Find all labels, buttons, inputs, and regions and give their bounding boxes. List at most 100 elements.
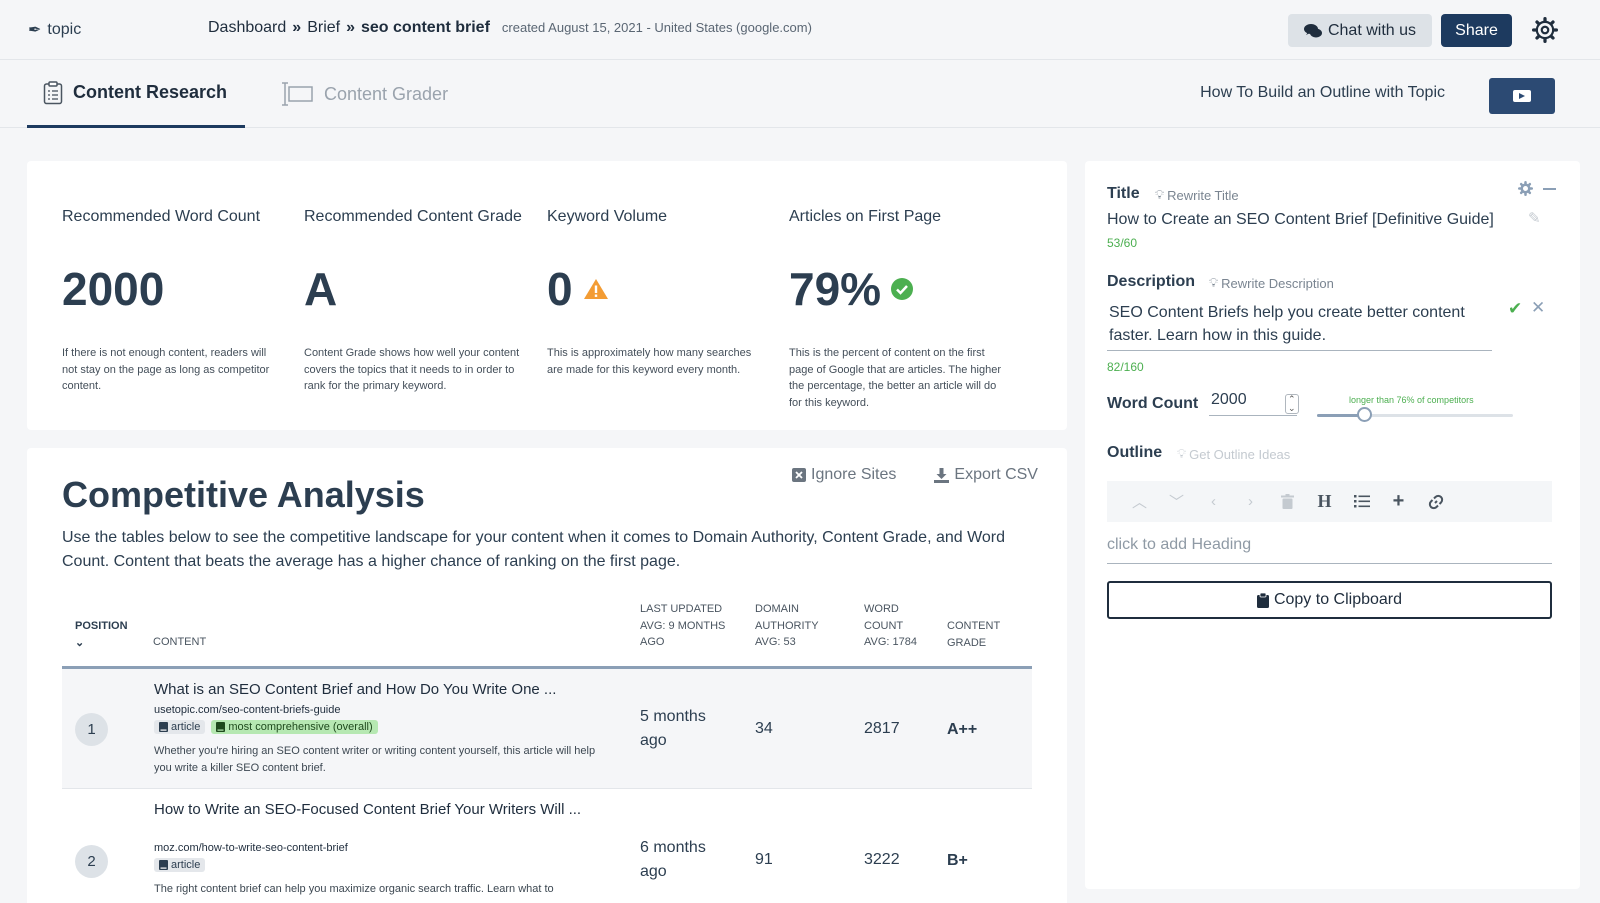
cell-line: ago bbox=[640, 863, 667, 880]
stat-description: If there is not enough content, readers … bbox=[62, 347, 270, 392]
competitive-description: Use the tables below to see the competit… bbox=[62, 529, 1006, 570]
ignore-sites-label: Ignore Sites bbox=[811, 466, 897, 483]
header-line: AVG: 53 bbox=[755, 636, 796, 648]
tag-most-comprehensive: most comprehensive (overall) bbox=[211, 720, 378, 734]
rewrite-title-button[interactable]: 💡︎ Rewrite Title bbox=[1155, 187, 1239, 203]
header-line: AVG: 9 MONTHS bbox=[640, 619, 726, 632]
confirm-check-icon[interactable]: ✔ bbox=[1508, 299, 1522, 319]
cell-line: 6 months bbox=[640, 839, 706, 856]
link-glyph bbox=[1428, 494, 1443, 509]
plus-icon[interactable]: + bbox=[1380, 490, 1417, 513]
header-line: AUTHORITY bbox=[755, 619, 819, 632]
header-line: AGO bbox=[640, 636, 665, 648]
result-url[interactable]: usetopic.com/seo-content-briefs-guide bbox=[154, 704, 340, 716]
trash-icon[interactable] bbox=[1269, 494, 1306, 509]
tag-label: article bbox=[171, 859, 201, 871]
tab-content-research[interactable]: Content Research bbox=[27, 60, 245, 128]
header-line: CONTENT bbox=[947, 620, 1001, 632]
stat-value-text: 79% bbox=[789, 263, 882, 315]
cancel-x-icon[interactable]: ✕ bbox=[1531, 298, 1545, 318]
copy-to-clipboard-button[interactable]: Copy to Clipboard bbox=[1107, 581, 1552, 619]
tab-content-grader-label: Content Grader bbox=[324, 83, 449, 104]
stat-description: This is the percent of content on the fi… bbox=[789, 347, 1001, 409]
word-count-input[interactable]: 2000 bbox=[1209, 391, 1297, 416]
stat-label: Keyword Volume bbox=[547, 208, 668, 225]
minimize-icon[interactable] bbox=[1543, 188, 1556, 190]
pencil-icon[interactable]: ✎ bbox=[1528, 209, 1541, 227]
chevron-up-icon[interactable]: ︿ bbox=[1121, 491, 1158, 512]
trash-glyph bbox=[1281, 494, 1294, 509]
get-outline-ideas-label: Get Outline Ideas bbox=[1189, 446, 1291, 462]
chevron-down-icon[interactable]: ﹀ bbox=[1158, 491, 1195, 512]
header-line: WORD bbox=[864, 603, 899, 615]
warning-icon[interactable] bbox=[583, 277, 609, 301]
competitive-actions: Ignore Sites Export CSV bbox=[792, 466, 1038, 484]
panel-gear-icon[interactable] bbox=[1518, 181, 1533, 196]
chevron-left-icon[interactable]: ‹ bbox=[1195, 493, 1232, 510]
outline-label: Outline bbox=[1107, 444, 1163, 461]
header-line: DOMAIN bbox=[755, 603, 799, 615]
word-count-stepper[interactable]: ⌃ ⌄ bbox=[1285, 394, 1299, 414]
cell-content-grade: A++ bbox=[947, 721, 978, 738]
cell-last-updated: 6 months ago bbox=[640, 836, 706, 884]
howto-link[interactable]: How To Build an Outline with Topic bbox=[1200, 84, 1445, 102]
title-value[interactable]: How to Create an SEO Content Brief [Defi… bbox=[1107, 208, 1494, 231]
cell-content-grade: B+ bbox=[947, 852, 968, 869]
result-url[interactable]: moz.com/how-to-write-seo-content-brief bbox=[154, 842, 348, 854]
column-header-position[interactable]: POSITION ⌄ bbox=[75, 618, 128, 651]
result-tags: article most comprehensive (overall) bbox=[154, 720, 378, 734]
table-row[interactable]: 2 How to Write an SEO-Focused Content Br… bbox=[62, 790, 1032, 903]
logo[interactable]: ✒ topic bbox=[28, 20, 81, 40]
chevron-right-icon[interactable]: › bbox=[1232, 493, 1269, 510]
get-outline-ideas-button[interactable]: 💡︎ Get Outline Ideas bbox=[1177, 446, 1290, 462]
column-header-word-count: WORD COUNT AVG: 1784 bbox=[864, 601, 917, 651]
result-snippet: The right content brief can help you max… bbox=[154, 883, 554, 895]
gear-icon[interactable] bbox=[1532, 17, 1558, 43]
result-snippet: Whether you're hiring an SEO content wri… bbox=[154, 745, 596, 774]
tab-content-grader[interactable]: Content Grader bbox=[280, 60, 448, 128]
rewrite-description-button[interactable]: 💡︎ Rewrite Description bbox=[1209, 275, 1334, 291]
heading-icon[interactable]: H bbox=[1306, 491, 1343, 512]
column-header-last-updated: LAST UPDATED AVG: 9 MONTHS AGO bbox=[640, 601, 725, 651]
stat-value: 0 bbox=[547, 262, 609, 316]
share-button-label: Share bbox=[1455, 21, 1498, 39]
brief-editor-panel: Title 💡︎ Rewrite Title How to Create an … bbox=[1085, 161, 1580, 889]
list-icon[interactable] bbox=[1343, 495, 1380, 508]
cell-word-count: 2817 bbox=[864, 720, 900, 737]
link-icon[interactable] bbox=[1417, 494, 1454, 510]
position-badge: 1 bbox=[75, 713, 108, 746]
video-thumbnail[interactable] bbox=[1489, 78, 1555, 114]
description-input[interactable]: SEO Content Briefs help you create bette… bbox=[1107, 301, 1492, 351]
ignore-sites-button[interactable]: Ignore Sites bbox=[792, 466, 896, 484]
top-bar: ✒ topic Dashboard » Brief » seo content … bbox=[0, 0, 1600, 60]
check-circle-icon bbox=[891, 278, 914, 300]
result-title[interactable]: What is an SEO Content Brief and How Do … bbox=[154, 678, 604, 701]
cell-line: ago bbox=[640, 732, 667, 749]
breadcrumb-brief[interactable]: Brief bbox=[307, 19, 340, 37]
stat-label: Recommended Content Grade bbox=[304, 208, 522, 225]
breadcrumb-separator: » bbox=[346, 19, 355, 36]
tag-article: article bbox=[154, 858, 206, 872]
outline-toolbar: ︿ ﹀ ‹ › H + bbox=[1107, 481, 1552, 522]
stat-value: 79% bbox=[789, 262, 914, 316]
chat-button-label: Chat with us bbox=[1327, 21, 1417, 39]
logo-text: topic bbox=[47, 21, 82, 38]
word-count-slider-handle[interactable] bbox=[1357, 407, 1373, 422]
share-button[interactable]: Share bbox=[1441, 14, 1512, 47]
column-header-domain-authority: DOMAIN AUTHORITY AVG: 53 bbox=[755, 601, 819, 651]
header-line: LAST UPDATED bbox=[640, 603, 723, 615]
column-header-content-grade: CONTENT GRADE bbox=[947, 618, 1000, 651]
table-row[interactable]: 1 What is an SEO Content Brief and How D… bbox=[62, 669, 1032, 789]
stat-articles-first-page: Articles on First Page 79% This is the p… bbox=[789, 205, 1009, 409]
stats-card: Recommended Word Count 2000 If there is … bbox=[27, 161, 1067, 430]
tab-bar: Content Research Content Grader How To B… bbox=[0, 60, 1600, 128]
result-title[interactable]: How to Write an SEO-Focused Content Brie… bbox=[154, 798, 604, 821]
chat-bubbles-icon bbox=[1303, 23, 1322, 37]
export-csv-button[interactable]: Export CSV bbox=[934, 466, 1038, 484]
breadcrumb: Dashboard » Brief » seo content brief cr… bbox=[208, 19, 812, 37]
breadcrumb-dashboard[interactable]: Dashboard bbox=[208, 19, 286, 37]
add-heading-input[interactable]: click to add Heading bbox=[1107, 536, 1552, 564]
breadcrumb-current: seo content brief bbox=[361, 19, 490, 36]
chat-button[interactable]: Chat with us bbox=[1288, 14, 1432, 47]
tag-label: article bbox=[171, 721, 201, 733]
